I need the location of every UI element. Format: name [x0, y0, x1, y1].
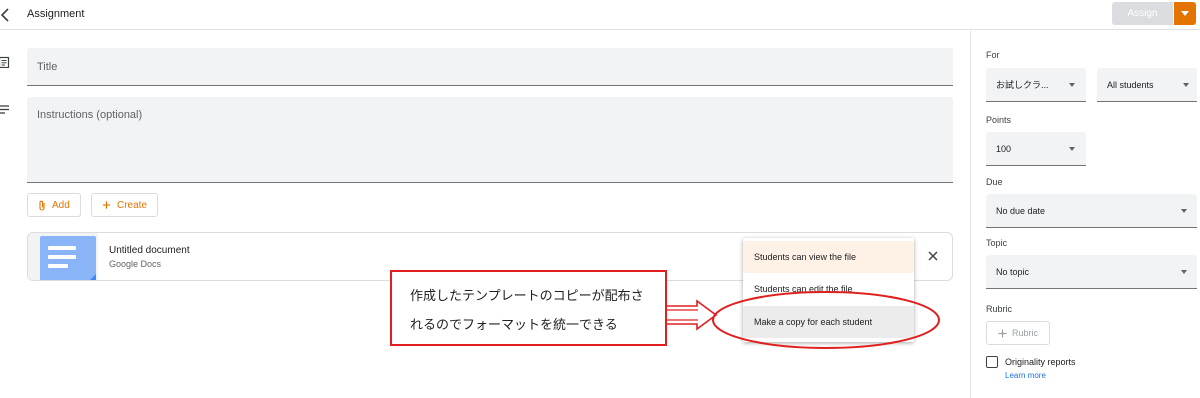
- callout-text-line-1: 作成したテンプレートのコピーが配布さ: [410, 289, 644, 304]
- topic-label: Topic: [986, 238, 1008, 248]
- rubric-label: Rubric: [986, 304, 1013, 314]
- plus-icon: [102, 201, 111, 209]
- topic-select-value: No topic: [996, 266, 1030, 277]
- add-button[interactable]: Add: [27, 193, 81, 217]
- instructions-text-icon: [0, 105, 9, 114]
- assignment-details-icon: [0, 56, 10, 68]
- caret-down-icon: [1183, 83, 1189, 87]
- class-select[interactable]: お試しクラ...: [986, 68, 1086, 102]
- students-select[interactable]: All students: [1097, 68, 1197, 102]
- topic-select[interactable]: No topic: [986, 255, 1197, 289]
- add-rubric-button[interactable]: Rubric: [986, 321, 1050, 345]
- due-label: Due: [986, 177, 1003, 187]
- instructions-field-label: Instructions (optional): [37, 109, 143, 121]
- points-select[interactable]: 100: [986, 132, 1086, 166]
- originality-reports-label: Originality reports: [1005, 357, 1076, 367]
- top-app-bar: Assignment Assign: [0, 0, 1200, 30]
- title-field[interactable]: Title: [27, 48, 953, 86]
- annotation-callout-box: 作成したテンプレートのコピーが配布さ れるのでフォーマットを統一できる: [390, 270, 667, 346]
- caret-down-icon: [1181, 270, 1187, 274]
- assign-options-dropdown[interactable]: [1174, 2, 1196, 25]
- caret-down-icon: [1069, 83, 1075, 87]
- create-button-label: Create: [116, 199, 147, 211]
- page-title: Assignment: [27, 8, 85, 20]
- originality-reports-checkbox[interactable]: [986, 356, 998, 368]
- caret-down-icon: [1181, 209, 1187, 213]
- for-label: For: [986, 50, 1000, 60]
- attachment-source: Google Docs: [109, 259, 162, 269]
- caret-down-icon: [1069, 147, 1075, 151]
- caret-down-icon: [1181, 11, 1189, 16]
- due-date-select-value: No due date: [996, 205, 1046, 216]
- plus-icon: [998, 329, 1007, 337]
- doc-corner-fold: [88, 274, 96, 280]
- title-field-label: Title: [37, 61, 58, 73]
- menu-item-label: Students can view the file: [754, 252, 857, 262]
- instructions-field[interactable]: Instructions (optional): [27, 97, 953, 183]
- back-arrow-icon[interactable]: [0, 6, 12, 24]
- attachment-thumbnail: [28, 233, 98, 280]
- students-select-value: All students: [1107, 79, 1154, 90]
- callout-text-line-2: れるのでフォーマットを統一できる: [410, 318, 618, 333]
- rubric-button-label: Rubric: [1011, 328, 1038, 338]
- menu-item-students-can-view[interactable]: Students can view the file: [743, 241, 914, 273]
- create-button[interactable]: Create: [91, 193, 158, 217]
- paperclip-icon: [39, 200, 45, 211]
- attachment-title: Untitled document: [109, 245, 190, 256]
- assign-button[interactable]: Assign: [1112, 2, 1173, 25]
- learn-more-link[interactable]: Learn more: [1005, 371, 1046, 380]
- due-date-select[interactable]: No due date: [986, 194, 1197, 228]
- add-button-label: Add: [52, 199, 70, 211]
- class-select-value: お試しクラ...: [996, 80, 1049, 90]
- points-select-value: 100: [996, 143, 1012, 154]
- points-label: Points: [986, 115, 1012, 125]
- annotation-arrow-and-ellipse: [667, 291, 940, 349]
- remove-attachment-close-icon[interactable]: [926, 249, 940, 263]
